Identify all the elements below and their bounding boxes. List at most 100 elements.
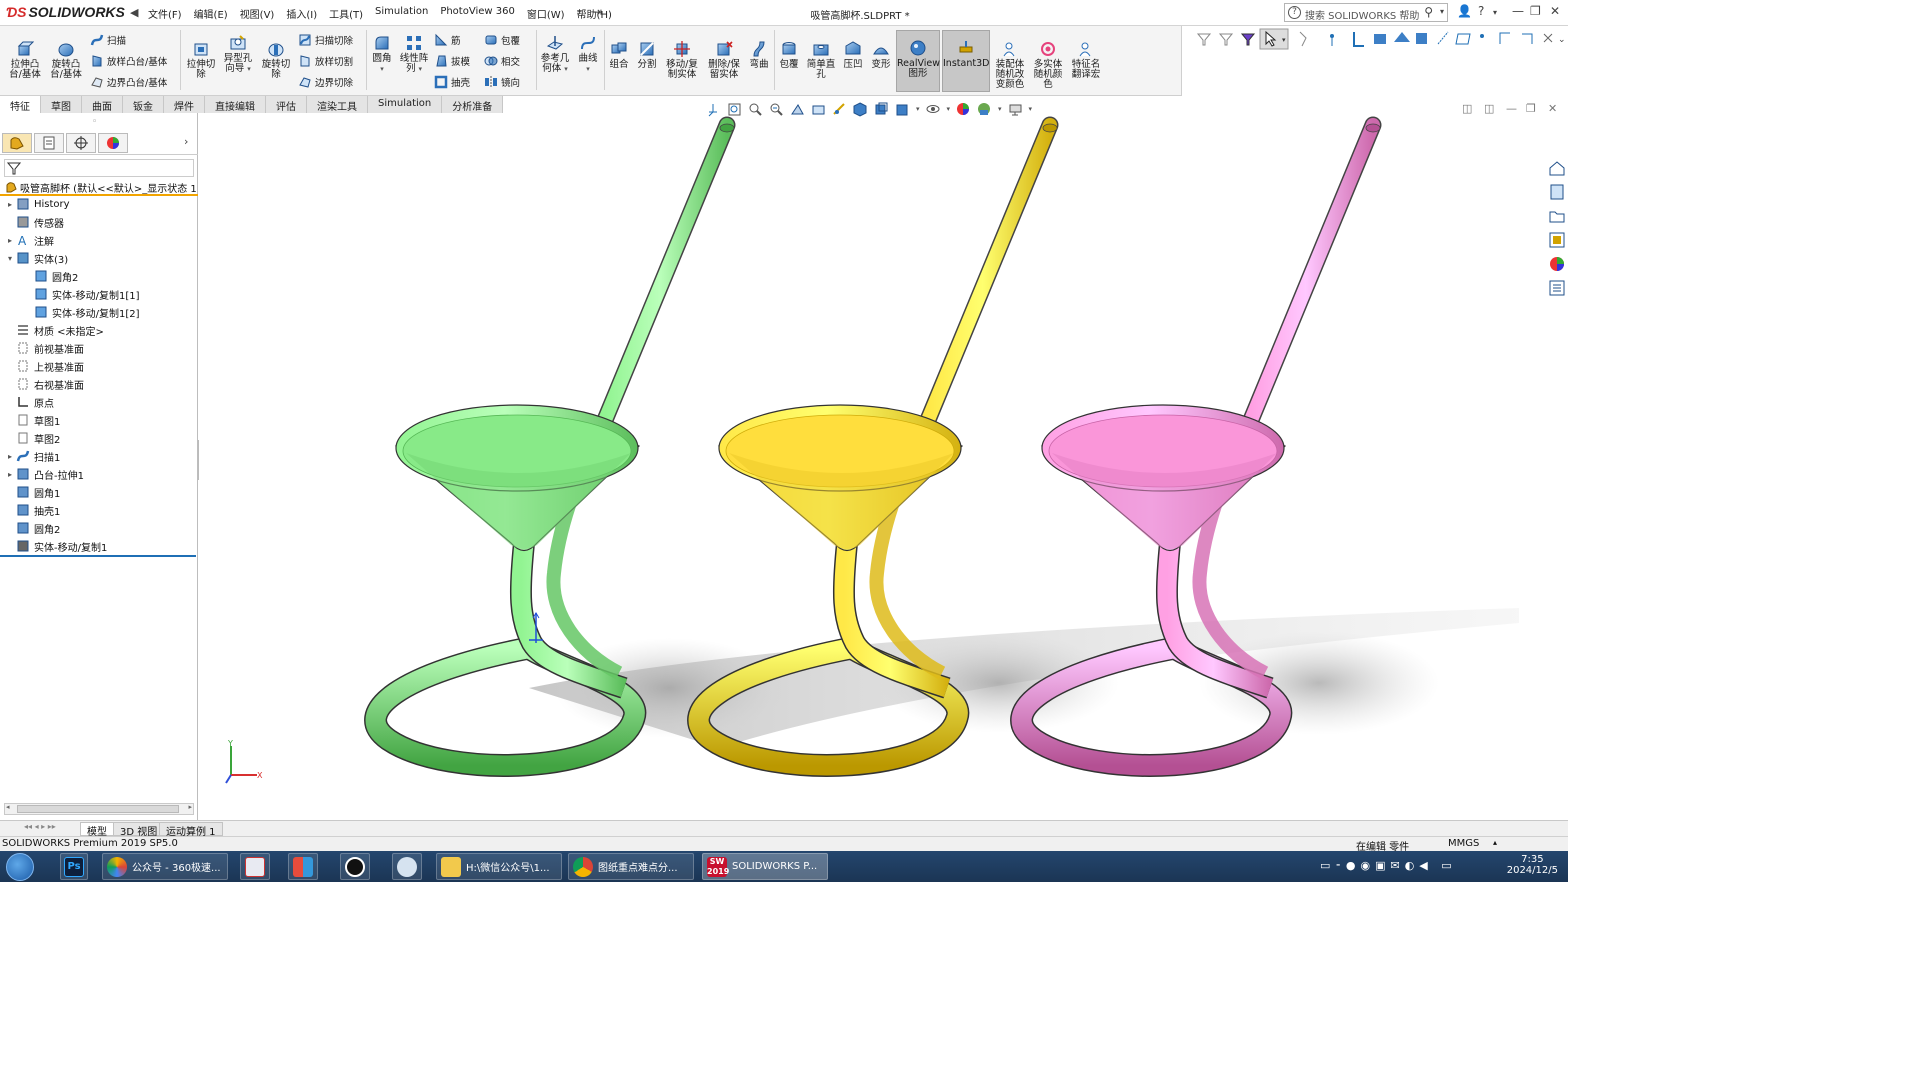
flex-button[interactable]: 弯曲 [746, 40, 772, 70]
view-palette-icon[interactable] [1548, 231, 1566, 249]
menu-simulation[interactable]: Simulation [369, 6, 434, 21]
tree-item[interactable]: 实体-移动/复制1[1] [0, 285, 198, 303]
menu-photoview[interactable]: PhotoView 360 [434, 6, 521, 21]
toolbar-more-icon[interactable]: ⌄ [1558, 35, 1566, 45]
user-icon[interactable]: 👤 [1457, 4, 1472, 18]
search-icon[interactable]: ⚲ [1424, 5, 1433, 19]
tree-rollback-bar[interactable] [0, 555, 196, 557]
dynamic-annotation-icon[interactable] [811, 102, 826, 117]
realview-toggle[interactable]: RealView 图形 [896, 30, 940, 92]
tree-item[interactable]: 草图1 [0, 411, 198, 429]
tile-right-icon[interactable]: ◫ [1484, 102, 1494, 115]
display-style-icon[interactable] [895, 102, 910, 117]
panel-horizontal-scrollbar[interactable]: ◂ ▸ [4, 803, 194, 815]
doc-close-icon[interactable]: ✕ [1548, 102, 1557, 115]
tab-sketch[interactable]: 草图 [41, 96, 82, 113]
wrap-button[interactable]: 包覆 [484, 32, 520, 48]
pointer-dropdown-icon[interactable]: ▾ [1282, 36, 1286, 44]
units-dropdown-icon[interactable]: ▴ [1493, 838, 1497, 847]
apply-scene-icon[interactable] [977, 102, 992, 117]
restore-icon[interactable]: ❐ [1530, 4, 1541, 18]
extrude-boss-button[interactable]: 拉伸凸 台/基体 [6, 40, 44, 80]
revolve-boss-button[interactable]: 旋转凸 台/基体 [46, 40, 86, 80]
display-style-dropdown-icon[interactable]: ▾ [916, 105, 920, 113]
units-status[interactable]: MMGS [1448, 838, 1479, 849]
taskbar-photoshop[interactable]: Ps [60, 853, 88, 880]
view-selector-icon[interactable] [832, 102, 847, 117]
system-tray-icons[interactable]: ▭⁃●◉▣✉◐◀ ▭ [1320, 859, 1457, 872]
tree-item[interactable]: 右视基准面 [0, 375, 198, 393]
tab-direct-editing[interactable]: 直接编辑 [205, 96, 266, 113]
home-icon[interactable] [1548, 159, 1566, 177]
menu-view[interactable]: 视图(V) [234, 6, 281, 21]
menu-expand-icon[interactable]: ◀ [130, 6, 138, 19]
linear-pattern-dropdown-icon[interactable]: ▾ [419, 65, 423, 73]
edit-appearance-icon[interactable] [956, 102, 971, 117]
tab-3d-views[interactable]: 3D 视图 [113, 822, 165, 838]
tree-filter-input[interactable] [4, 159, 194, 177]
clock[interactable]: 7:35 2024/12/5 [1507, 854, 1558, 876]
zoom-to-fit-icon[interactable] [727, 102, 742, 117]
doc-restore-icon[interactable]: ❐ [1526, 102, 1536, 115]
filter-point-icon[interactable] [1330, 34, 1334, 46]
draft-button[interactable]: 拔模 [434, 53, 470, 69]
delete-keep-body-button[interactable]: 删除/保 留实体 [704, 40, 744, 80]
filter-body-icon[interactable] [1416, 33, 1427, 44]
expand-twisty-icon[interactable]: ▸ [4, 236, 16, 245]
menu-edit[interactable]: 编辑(E) [188, 6, 234, 21]
sweep-button[interactable]: 扫描 [90, 32, 126, 48]
filter-axis-icon[interactable] [1437, 31, 1449, 45]
extrude-cut-button[interactable]: 拉伸切 除 [184, 40, 218, 80]
taskbar-app-paint[interactable] [392, 853, 422, 880]
configuration-manager-tab[interactable] [66, 133, 96, 153]
curves-button[interactable]: 曲线 ▾ [574, 34, 602, 74]
wrap-feature-button[interactable]: 包覆 [776, 40, 802, 70]
tree-root-part[interactable]: 吸管高脚杯 (默认<<默认>_显示状态 1 [0, 177, 198, 196]
tab-weldments[interactable]: 焊件 [164, 96, 205, 113]
filter-plane-icon[interactable] [1455, 33, 1471, 45]
help-icon[interactable]: ? [1478, 4, 1484, 18]
sweep-cut-button[interactable]: 扫描切除 [298, 32, 353, 48]
combine-button[interactable]: 组合 [606, 40, 632, 70]
view-orientation-icon[interactable] [706, 102, 721, 117]
reference-geometry-button[interactable]: 参考几 何体 ▾ [538, 34, 572, 74]
tree-item[interactable]: 圆角2 [0, 267, 198, 285]
minimize-icon[interactable]: — [1512, 4, 1524, 18]
boundary-boss-button[interactable]: 边界凸台/基体 [90, 74, 167, 90]
property-manager-tab[interactable] [34, 133, 64, 153]
tile-left-icon[interactable]: ◫ [1462, 102, 1472, 115]
view-cube-icon[interactable] [853, 101, 868, 117]
tab-analysis-prep[interactable]: 分析准备 [442, 96, 504, 113]
tree-item[interactable]: 前视基准面 [0, 339, 198, 357]
hide-show-icon[interactable] [926, 102, 941, 117]
hide-show-dropdown-icon[interactable]: ▾ [947, 105, 951, 113]
hole-wizard-dropdown-icon[interactable]: ▾ [247, 65, 251, 73]
tree-item[interactable]: 材质 <未指定> [0, 321, 198, 339]
scroll-thumb[interactable] [17, 805, 179, 813]
section-view-icon[interactable] [790, 102, 805, 117]
tree-item[interactable]: 圆角1 [0, 483, 198, 501]
mirror-button[interactable]: 镜向 [484, 74, 520, 90]
tree-item[interactable]: 上视基准面 [0, 357, 198, 375]
taskbar-app-folder[interactable] [240, 853, 270, 880]
start-button[interactable] [6, 853, 34, 881]
tab-simulation[interactable]: Simulation [368, 96, 443, 113]
taskbar-recorder[interactable] [340, 853, 370, 880]
view-settings-icon[interactable] [1008, 102, 1023, 117]
appearances-icon[interactable] [1548, 255, 1566, 273]
loft-cut-button[interactable]: 放样切割 [298, 53, 353, 69]
search-help-input[interactable]: ? 搜索 SOLIDWORKS 帮助 ⚲ ▾ [1284, 3, 1448, 22]
display-manager-tab[interactable] [98, 133, 128, 153]
deform-button[interactable]: 变形 [868, 40, 894, 70]
boundary-cut-button[interactable]: 边界切除 [298, 74, 353, 90]
tree-item[interactable]: ▸ History [0, 195, 198, 213]
tab-surfaces[interactable]: 曲面 [82, 96, 123, 113]
linear-pattern-button[interactable]: 线性阵 列 ▾ [398, 34, 430, 74]
shell-button[interactable]: 抽壳 [434, 74, 470, 90]
menu-window[interactable]: 窗口(W) [521, 6, 571, 21]
pin-menu-icon[interactable]: ⇥ [592, 5, 602, 19]
scroll-left-icon[interactable]: ◂ [6, 803, 10, 811]
zoom-area-icon[interactable] [748, 102, 763, 117]
taskbar-360-browser[interactable]: 公众号 - 360极速... [102, 853, 228, 880]
menu-insert[interactable]: 插入(I) [280, 6, 323, 21]
